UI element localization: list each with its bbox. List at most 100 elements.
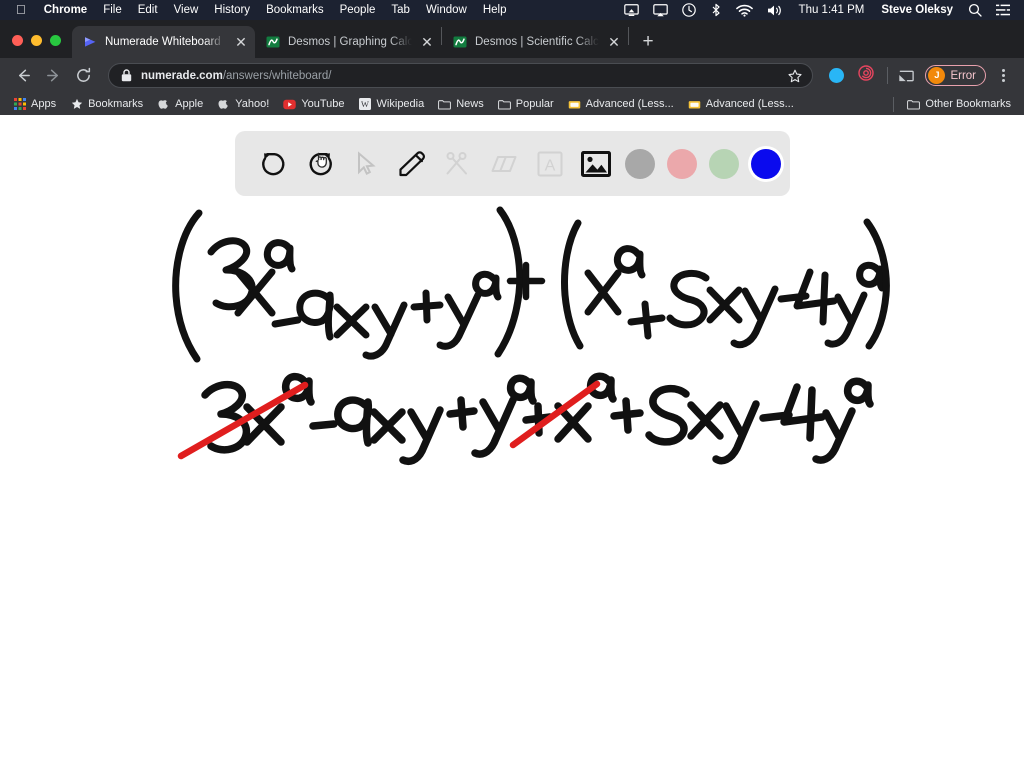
tab-numerade-whiteboard[interactable]: Numerade Whiteboard ✕ <box>72 26 255 58</box>
tab-title: Numerade Whiteboard <box>105 36 226 48</box>
bookmark-news[interactable]: News <box>431 96 491 113</box>
canvas-line2-text: 3x² - 2xy + y² + x² + 5xy - 4y² <box>0 115 1 116</box>
text-icon[interactable]: A <box>527 141 573 187</box>
menu-item-chrome[interactable]: Chrome <box>36 4 95 16</box>
strike-3x-squared <box>181 385 305 456</box>
other-bookmarks-button[interactable]: Other Bookmarks <box>900 96 1018 113</box>
select-cursor-icon[interactable] <box>343 141 389 187</box>
toolbar-divider <box>887 67 888 84</box>
new-tab-button[interactable]: + <box>634 27 662 55</box>
kebab-menu-icon[interactable] <box>990 63 1016 89</box>
bookmark-wikipedia[interactable]: W Wikipedia <box>352 96 432 113</box>
url-domain: numerade.com <box>141 70 223 82</box>
url-path: /answers/whiteboard/ <box>223 70 332 82</box>
apple-site-icon <box>157 98 170 111</box>
bookmark-advanced-1[interactable]: Advanced (Less... <box>561 96 681 113</box>
window-close-button[interactable] <box>12 35 23 46</box>
wikipedia-icon: W <box>359 98 372 111</box>
back-arrow-icon[interactable] <box>8 61 38 91</box>
whiteboard-toolbar: A <box>235 131 790 196</box>
menu-item-bookmarks[interactable]: Bookmarks <box>258 4 332 16</box>
ink-line-1 <box>176 210 542 359</box>
menubar-status-area: Thu 1:41 PM Steve Oleksy <box>617 0 1017 20</box>
cast-icon[interactable] <box>893 63 919 89</box>
bookmark-apps[interactable]: Apps <box>6 96 63 113</box>
bookmark-label: Wikipedia <box>377 98 425 110</box>
menubar-clock[interactable]: Thu 1:41 PM <box>790 4 874 16</box>
pencil-icon[interactable] <box>389 141 435 187</box>
window-minimize-button[interactable] <box>31 35 42 46</box>
screen-share-icon[interactable] <box>617 0 646 20</box>
color-grey[interactable] <box>625 149 655 179</box>
redo-icon[interactable] <box>297 141 343 187</box>
apple-logo-icon[interactable]:  <box>16 3 26 16</box>
bookmark-yahoo[interactable]: Yahoo! <box>210 96 276 113</box>
menu-item-history[interactable]: History <box>206 4 258 16</box>
strike-x-squared <box>513 384 597 445</box>
search-icon[interactable] <box>961 0 989 20</box>
menu-item-file[interactable]: File <box>95 4 130 16</box>
menu-item-window[interactable]: Window <box>418 4 475 16</box>
bookmark-label: Advanced (Less... <box>586 98 674 110</box>
star-icon <box>70 98 83 111</box>
extension-pink-icon[interactable] <box>858 65 874 86</box>
undo-icon[interactable] <box>251 141 297 187</box>
bookmark-bookmarks[interactable]: Bookmarks <box>63 96 150 113</box>
menu-item-edit[interactable]: Edit <box>130 4 166 16</box>
tab-close-icon[interactable]: ✕ <box>606 34 622 50</box>
bookmark-advanced-2[interactable]: Advanced (Less... <box>681 96 801 113</box>
whiteboard-page: A <box>0 115 1024 768</box>
star-icon[interactable] <box>784 65 806 87</box>
image-icon[interactable] <box>573 141 619 187</box>
tab-close-icon[interactable]: ✕ <box>419 34 435 50</box>
scissors-icon[interactable] <box>435 141 481 187</box>
svg-text:A: A <box>545 157 556 174</box>
svg-text:W: W <box>361 100 369 109</box>
control-center-icon[interactable] <box>989 0 1017 20</box>
tab-desmos-scientific-calculator[interactable]: Desmos | Scientific Calculato ✕ <box>442 26 628 58</box>
folder-icon <box>438 98 451 111</box>
ink-line-1b <box>565 222 887 346</box>
whiteboard-canvas[interactable] <box>0 115 1024 768</box>
extension-blue-icon[interactable] <box>829 68 844 83</box>
youtube-icon <box>283 98 296 111</box>
time-machine-icon[interactable] <box>675 0 703 20</box>
browser-toolbar: numerade.com/answers/whiteboard/ J Error <box>0 58 1024 93</box>
ink-line-2 <box>205 376 870 461</box>
tab-title: Desmos | Scientific Calculato <box>475 36 599 48</box>
screen:  Chrome File Edit View History Bookmark… <box>0 0 1024 768</box>
folder-icon <box>498 98 511 111</box>
menu-item-view[interactable]: View <box>166 4 207 16</box>
tab-close-icon[interactable]: ✕ <box>233 34 249 50</box>
bookmark-label: Apps <box>31 98 56 110</box>
airplay-icon[interactable] <box>646 0 675 20</box>
address-bar[interactable]: numerade.com/answers/whiteboard/ <box>108 63 813 88</box>
bookmark-popular[interactable]: Popular <box>491 96 561 113</box>
bookmark-youtube[interactable]: YouTube <box>276 96 351 113</box>
color-blue[interactable] <box>751 149 781 179</box>
volume-icon[interactable] <box>760 0 790 20</box>
menu-item-help[interactable]: Help <box>475 4 515 16</box>
bluetooth-icon[interactable] <box>703 0 729 20</box>
menu-item-tab[interactable]: Tab <box>383 4 418 16</box>
desmos-icon <box>265 34 281 50</box>
reload-icon[interactable] <box>68 61 98 91</box>
color-pink[interactable] <box>667 149 697 179</box>
window-maximize-button[interactable] <box>50 35 61 46</box>
wifi-icon[interactable] <box>729 0 760 20</box>
address-bar-url[interactable]: numerade.com/answers/whiteboard/ <box>141 70 784 82</box>
menubar-user-name[interactable]: Steve Oleksy <box>873 4 961 16</box>
mouse-cursor-icon <box>315 151 330 174</box>
bookmark-apple[interactable]: Apple <box>150 96 210 113</box>
tab-desmos-graphing-calculator[interactable]: Desmos | Graphing Calculato ✕ <box>255 26 441 58</box>
tab-separator <box>628 27 629 45</box>
forward-arrow-icon[interactable] <box>38 61 68 91</box>
yellow-folder-icon <box>568 98 581 111</box>
canvas-line1-text: (3x² - 2xy + y²) + (x² + 5xy - 4y²) <box>0 115 1 116</box>
lock-icon <box>121 69 132 82</box>
profile-error-button[interactable]: J Error <box>925 65 986 86</box>
window-traffic-lights <box>0 35 72 58</box>
eraser-icon[interactable] <box>481 141 527 187</box>
color-green[interactable] <box>709 149 739 179</box>
menu-item-people[interactable]: People <box>332 4 384 16</box>
